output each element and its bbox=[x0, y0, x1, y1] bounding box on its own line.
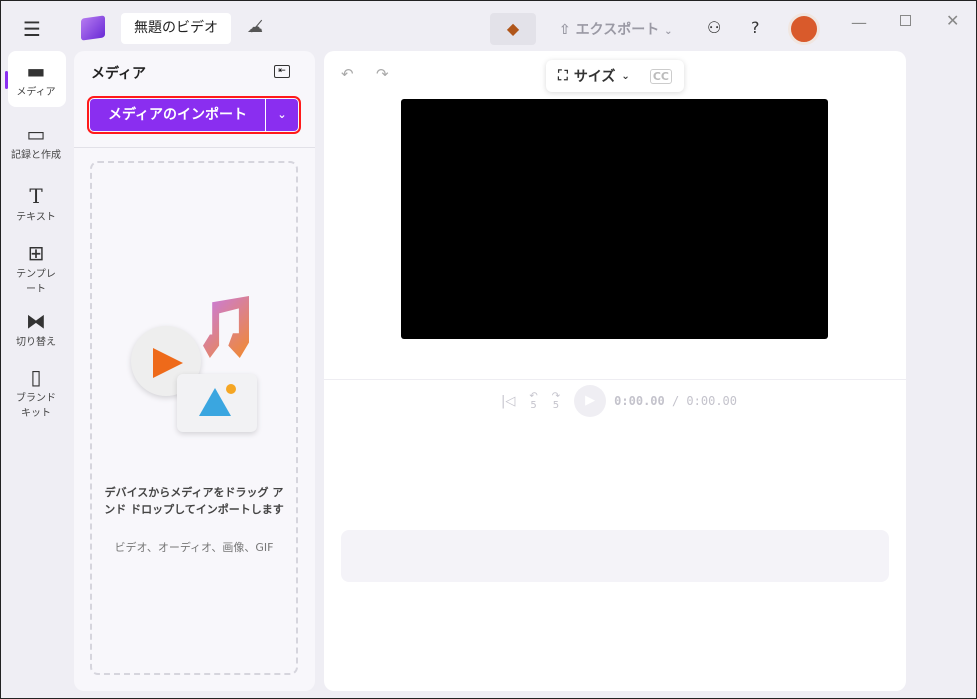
playback-controls: |◁ ↶ 5 ↷ 5 ▶ 0:00.00 / 0:00.00 bbox=[501, 385, 737, 417]
maximize-button[interactable] bbox=[900, 15, 911, 26]
play-button[interactable]: ▶ bbox=[574, 385, 607, 417]
divider bbox=[74, 147, 315, 148]
media-illustration-icon bbox=[131, 296, 261, 441]
community-icon[interactable]: ⚇ bbox=[707, 18, 721, 37]
avatar[interactable] bbox=[788, 13, 820, 45]
total-time: / 0:00.00 bbox=[671, 394, 738, 408]
close-button[interactable]: ✕ bbox=[946, 11, 959, 30]
undo-icon[interactable]: ↶ bbox=[341, 65, 354, 83]
sidebar-item-text[interactable]: T テキスト bbox=[7, 184, 65, 223]
panel-title: メディア bbox=[91, 66, 147, 82]
sidebar-item-label: 記録と作成 bbox=[11, 150, 61, 161]
supported-formats-text: ビデオ、オーディオ、画像、GIF bbox=[114, 541, 274, 554]
hamburger-menu-icon[interactable]: ☰ bbox=[23, 17, 41, 41]
size-dropdown[interactable]: サイズ bbox=[574, 66, 616, 86]
chevron-down-icon: ⌄ bbox=[621, 70, 630, 82]
timeline-area[interactable] bbox=[341, 530, 889, 582]
import-label[interactable]: メディアのインポート bbox=[90, 99, 266, 131]
rewind-5-icon[interactable]: ↶ 5 bbox=[529, 392, 537, 411]
project-title[interactable]: 無題のビデオ bbox=[121, 13, 231, 44]
sidebar-item-record[interactable]: ▭ 記録と作成 bbox=[7, 122, 65, 161]
premium-gem-button[interactable]: ◆ bbox=[490, 13, 536, 45]
collapse-panel-icon[interactable]: ⇤ bbox=[274, 65, 290, 78]
rewind-seconds: 5 bbox=[530, 400, 537, 411]
export-button[interactable]: ⇧ エクスポート ⌄ bbox=[559, 19, 672, 39]
sidebar-item-label: テンプレート bbox=[16, 269, 56, 295]
templates-icon: ⊞ bbox=[27, 241, 45, 265]
import-dropdown-chevron-icon[interactable]: ⌄ bbox=[266, 99, 298, 131]
forward-5-icon[interactable]: ↷ 5 bbox=[552, 392, 560, 411]
app-logo-icon bbox=[81, 15, 105, 41]
sidebar-item-brand-kit[interactable]: ▯ ブランドキット bbox=[7, 365, 65, 419]
export-label: エクスポート bbox=[575, 22, 660, 38]
video-preview bbox=[401, 99, 828, 339]
drop-zone-text: デバイスからメディアをドラッグ アンド ドロップしてインポートします bbox=[104, 486, 284, 516]
folder-icon: ▬ bbox=[26, 59, 46, 83]
chevron-down-icon: ⌄ bbox=[664, 26, 673, 37]
transitions-icon: ⧓ bbox=[26, 309, 46, 333]
sidebar-item-templates[interactable]: ⊞ テンプレート bbox=[7, 241, 65, 295]
text-icon: T bbox=[29, 184, 43, 208]
import-media-button[interactable]: メディアのインポート ⌄ bbox=[87, 96, 301, 134]
divider bbox=[324, 379, 906, 380]
skip-to-start-icon[interactable]: |◁ bbox=[501, 394, 515, 409]
sidebar-item-transitions[interactable]: ⧓ 切り替え bbox=[7, 309, 65, 348]
size-toolbar: ⛶ サイズ ⌄ CC bbox=[546, 60, 684, 92]
auto-captions-icon[interactable]: CC bbox=[649, 68, 672, 84]
forward-seconds: 5 bbox=[552, 400, 560, 411]
app-window: ☰ 無題のビデオ ☁̸ ◆ ⇧ エクスポート ⌄ ⚇ ? — ✕ ▬ メディア ▭… bbox=[0, 0, 977, 699]
video-camera-icon: ▭ bbox=[26, 122, 46, 146]
sidebar-item-label: メディア bbox=[16, 87, 56, 98]
current-time: 0:00.00 bbox=[614, 394, 665, 408]
help-icon[interactable]: ? bbox=[751, 18, 760, 37]
minimize-button[interactable]: — bbox=[851, 13, 867, 32]
brand-kit-icon: ▯ bbox=[30, 365, 42, 389]
sidebar-item-media[interactable]: ▬ メディア bbox=[7, 59, 65, 98]
sidebar-item-label: テキスト bbox=[16, 212, 56, 223]
sidebar-item-label: ブランドキット bbox=[16, 393, 56, 419]
redo-icon[interactable]: ↷ bbox=[376, 65, 389, 83]
cloud-off-premium-icon[interactable]: ☁̸ bbox=[247, 17, 263, 36]
resize-frame-icon[interactable]: ⛶ bbox=[558, 68, 568, 84]
upload-icon: ⇧ bbox=[559, 22, 576, 38]
sidebar-item-label: 切り替え bbox=[16, 337, 56, 348]
